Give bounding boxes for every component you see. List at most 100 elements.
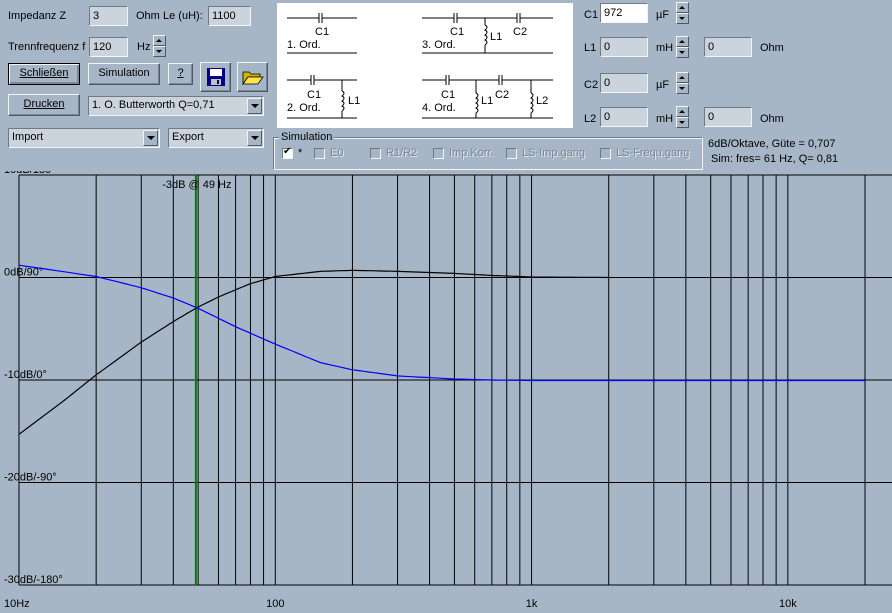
info-line-1: 6dB/Oktave, Güte = 0,707 — [708, 138, 836, 150]
simulation-checkbox-4[interactable] — [506, 148, 517, 159]
schematic-c1-label: C1 — [450, 26, 465, 38]
x-tick-label: 100 — [266, 598, 284, 610]
spin-up-icon[interactable] — [153, 35, 166, 46]
close-button-label: Schließen — [19, 67, 69, 79]
frequency-response-chart: 10dB/180°0dB/90°-10dB/0°-20dB/-90°-30dB/… — [4, 171, 892, 610]
floppy-disk-icon — [206, 68, 225, 86]
frequency-label: Trennfrequenz f — [8, 41, 86, 53]
l1-input[interactable]: 0 — [600, 37, 648, 57]
export-select[interactable]: Export — [168, 128, 264, 148]
simulation-checkbox-3[interactable] — [433, 148, 444, 159]
spin-down-icon[interactable] — [676, 47, 689, 58]
schematic-l1-label: L1 — [490, 31, 503, 43]
c1-unit-label: µF — [656, 9, 670, 21]
filter-type-value: 1. O. Butterworth Q=0,71 — [92, 99, 215, 111]
l2-spinner[interactable] — [676, 106, 689, 128]
schematic-l1-label: L1 — [348, 95, 361, 107]
schematic-c2-label: C2 — [513, 26, 528, 38]
info-line-2: Sim: fres= 61 Hz, Q= 0,81 — [711, 153, 839, 165]
import-value: Import — [12, 131, 44, 143]
schematic-order1-label: 1. Ord. — [287, 39, 321, 51]
x-tick-label: 1k — [526, 598, 538, 610]
l1-label: L1 — [584, 42, 597, 54]
spin-down-icon[interactable] — [676, 83, 689, 94]
chevron-down-icon[interactable] — [247, 98, 262, 114]
schematic-c1-label: C1 — [315, 26, 330, 38]
spin-up-icon[interactable] — [676, 106, 689, 117]
c1-label: C1 — [584, 9, 599, 21]
spin-up-icon[interactable] — [676, 36, 689, 47]
simulation-button-label: Simulation — [98, 67, 150, 79]
filter-type-select[interactable]: 1. O. Butterworth Q=0,71 — [88, 96, 264, 116]
simulation-checkbox-1[interactable] — [314, 148, 325, 159]
impedance-input[interactable]: 3 — [89, 6, 128, 26]
chevron-down-icon[interactable] — [143, 130, 158, 146]
export-value: Export — [172, 131, 204, 143]
y-tick-label: -20dB/-90° — [4, 472, 57, 484]
spin-down-icon[interactable] — [676, 117, 689, 128]
l1-resistance-unit: Ohm — [760, 42, 784, 54]
y-tick-label: -30dB/-180° — [4, 574, 63, 586]
c2-label: C2 — [584, 79, 599, 91]
schematic-order4-label: 4. Ord. — [422, 102, 456, 114]
l1-unit-label: mH — [656, 42, 674, 54]
le-input[interactable]: 1100 — [208, 6, 251, 26]
y-tick-label: -10dB/0° — [4, 369, 47, 381]
c2-spinner[interactable] — [676, 72, 689, 94]
simulation-checkbox-5[interactable] — [600, 148, 611, 159]
simulation-checkbox-label-1: E0 — [330, 147, 344, 159]
le-label: Le (uH): — [163, 10, 203, 22]
l2-unit-label: mH — [656, 113, 674, 125]
schematic-panel: C1 1. Ord. C1 L1 C2 3. Ord. C1 L1 2. Ord… — [277, 3, 573, 128]
save-button[interactable] — [200, 62, 231, 92]
schematic-l1-label: L1 — [481, 95, 494, 107]
ohm-unit-label: Ohm — [136, 10, 160, 22]
simulation-checkbox-label-3: Imp.Korr. — [449, 147, 494, 159]
l2-label: L2 — [584, 113, 597, 125]
help-button[interactable]: ? — [168, 63, 193, 85]
folder-open-icon — [241, 71, 264, 86]
frequency-input[interactable]: 120 — [89, 37, 128, 57]
simulation-checkbox-label-5: LS-Frequ.gang — [616, 147, 690, 159]
x-tick-label: 10k — [779, 598, 797, 610]
y-tick-label: 10dB/180° — [4, 171, 56, 176]
schematic-order2-label: 2. Ord. — [287, 102, 321, 114]
series-line-1 — [18, 264, 865, 382]
schematic-c1-label: C1 — [441, 89, 456, 101]
x-tick-label: 10Hz — [4, 598, 30, 610]
c1-input[interactable]: 972 — [600, 3, 648, 23]
close-button[interactable]: Schließen — [8, 63, 80, 85]
print-button-label: Drucken — [23, 98, 65, 110]
spin-up-icon[interactable] — [676, 2, 689, 13]
help-button-label: ? — [177, 67, 184, 79]
schematic-c2-label: C2 — [495, 89, 510, 101]
hz-unit-label: Hz — [137, 41, 151, 53]
simulation-group-title: Simulation — [279, 131, 335, 143]
open-button[interactable] — [237, 62, 268, 92]
spin-down-icon[interactable] — [153, 46, 166, 57]
spin-up-icon[interactable] — [676, 72, 689, 83]
spin-down-icon[interactable] — [676, 13, 689, 24]
l2-resistance-input[interactable]: 0 — [704, 107, 752, 127]
frequency-spinner[interactable] — [153, 35, 166, 57]
l2-resistance-unit: Ohm — [760, 113, 784, 125]
l1-spinner[interactable] — [676, 36, 689, 58]
simulation-checkbox-label-2: R1/R2 — [386, 147, 418, 159]
c2-input[interactable]: 0 — [600, 73, 648, 93]
schematic-c1-label: C1 — [307, 89, 322, 101]
l2-input[interactable]: 0 — [600, 107, 648, 127]
simulation-checkbox-label-0: * — [298, 147, 303, 159]
simulation-checkbox-label-4: LS-Imp.gang — [522, 147, 585, 159]
marker-label: -3dB @ 49 Hz — [162, 179, 231, 191]
simulation-checkbox-0[interactable] — [282, 146, 293, 159]
l1-resistance-input[interactable]: 0 — [704, 37, 752, 57]
chevron-down-icon[interactable] — [247, 130, 262, 146]
c1-spinner[interactable] — [676, 2, 689, 24]
schematic-order3-label: 3. Ord. — [422, 39, 456, 51]
schematic-l2-label: L2 — [536, 95, 549, 107]
c2-unit-label: µF — [656, 79, 670, 91]
simulation-button[interactable]: Simulation — [88, 63, 160, 85]
import-select[interactable]: Import — [8, 128, 160, 148]
print-button[interactable]: Drucken — [8, 94, 80, 116]
simulation-checkbox-2[interactable] — [370, 148, 381, 159]
